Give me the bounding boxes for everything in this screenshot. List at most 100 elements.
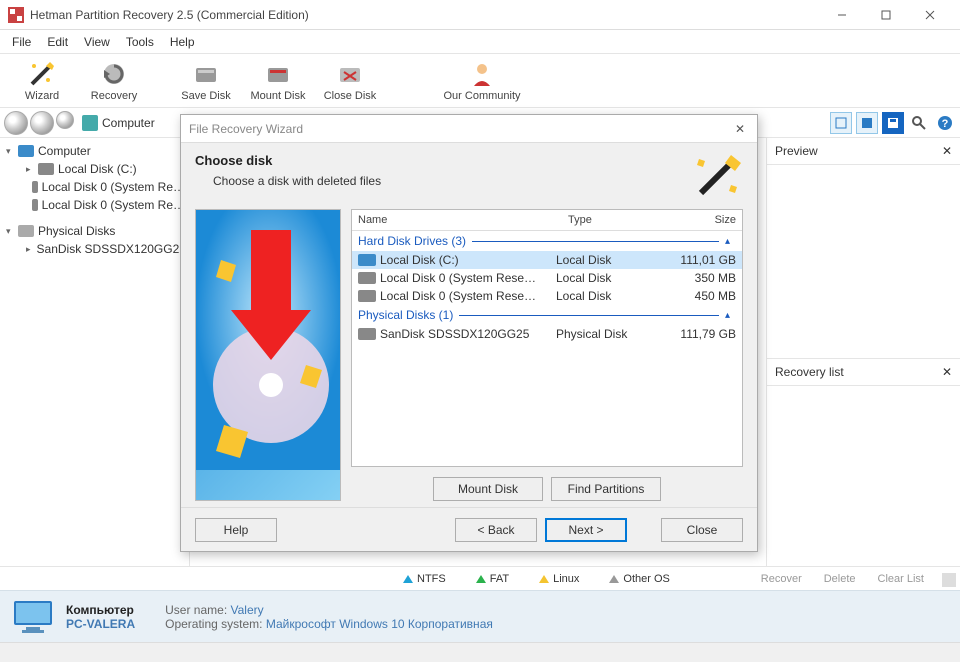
dialog-heading: Choose disk: [195, 153, 695, 168]
status-bar: [0, 642, 960, 662]
disk-icon: [358, 254, 376, 266]
address-text: Computer: [102, 116, 155, 130]
legend-ntfs: NTFS: [403, 573, 446, 585]
dialog-footer: Help < Back Next > Close: [181, 507, 757, 551]
tree-node-computer[interactable]: ▾ Computer: [2, 142, 187, 160]
help-icon-button[interactable]: ?: [934, 112, 956, 134]
mount-disk-button[interactable]: Mount Disk: [433, 477, 543, 501]
chevron-up-icon: ▴: [725, 236, 736, 247]
nav-back-button[interactable]: [4, 111, 28, 135]
tree-label: Local Disk 0 (System Re…: [42, 180, 185, 194]
menu-help[interactable]: Help: [162, 33, 203, 51]
computer-large-icon: [12, 599, 54, 635]
find-partitions-button[interactable]: Find Partitions: [551, 477, 661, 501]
toolbar-close-disk[interactable]: Close Disk: [316, 60, 384, 102]
table-row[interactable]: Local Disk (C:) Local Disk 111,01 GB: [352, 251, 742, 269]
col-name[interactable]: Name: [352, 210, 562, 230]
caret-right-icon: ▸: [26, 244, 31, 255]
view-mode-2-button[interactable]: [856, 112, 878, 134]
minimize-button[interactable]: [820, 0, 864, 30]
tree-node-sandisk[interactable]: ▸ SanDisk SDSSDX120GG2…: [2, 240, 187, 258]
computer-icon: [18, 145, 34, 157]
computer-icon: [82, 115, 98, 131]
tree-node-local-c[interactable]: ▸ Local Disk (C:): [2, 160, 187, 178]
dialog-header: Choose disk Choose a disk with deleted f…: [181, 143, 757, 205]
tree-node-local-0a[interactable]: Local Disk 0 (System Re…: [2, 178, 187, 196]
physical-disk-icon: [18, 225, 34, 237]
wizard-dialog: File Recovery Wizard ✕ Choose disk Choos…: [180, 114, 758, 552]
view-mode-1-button[interactable]: [830, 112, 852, 134]
close-dialog-button[interactable]: Close: [661, 518, 743, 542]
recover-button[interactable]: Recover: [753, 571, 810, 587]
tree-view: ▾ Computer ▸ Local Disk (C:) Local Disk …: [0, 138, 190, 566]
legend-row: NTFS FAT Linux Other OS Recover Delete C…: [0, 566, 960, 590]
menu-tools[interactable]: Tools: [118, 33, 162, 51]
save-button[interactable]: [882, 112, 904, 134]
delete-button[interactable]: Delete: [816, 571, 864, 587]
menubar: File Edit View Tools Help: [0, 30, 960, 54]
wand-icon: [695, 153, 743, 197]
col-size[interactable]: Size: [662, 210, 742, 230]
action-icon[interactable]: [938, 571, 952, 585]
close-preview-button[interactable]: ✕: [942, 144, 952, 158]
table-row[interactable]: Local Disk 0 (System Rese… Local Disk 45…: [352, 287, 742, 305]
group-hdd[interactable]: Hard Disk Drives (3)▴: [352, 231, 742, 251]
dialog-artwork: [195, 209, 341, 501]
save-disk-icon: [192, 60, 220, 88]
nav-forward-button[interactable]: [30, 111, 54, 135]
footer-user-label: User name:: [165, 603, 227, 617]
mount-disk-icon: [264, 60, 292, 88]
caret-down-icon: ▾: [6, 226, 16, 237]
tree-node-physical[interactable]: ▾ Physical Disks: [2, 222, 187, 240]
caret-right-icon: ▸: [26, 164, 36, 175]
tree-label: Physical Disks: [38, 224, 115, 238]
dialog-title: File Recovery Wizard: [189, 122, 303, 136]
menu-file[interactable]: File: [4, 33, 39, 51]
maximize-button[interactable]: [864, 0, 908, 30]
table-row[interactable]: SanDisk SDSSDX120GG25 Physical Disk 111,…: [352, 325, 742, 343]
toolbar-recovery[interactable]: Recovery: [80, 60, 148, 102]
disk-icon: [358, 328, 376, 340]
wand-icon: [28, 60, 56, 88]
footer: Компьютер PC-VALERA User name: Valery Op…: [0, 590, 960, 642]
legend-other: Other OS: [609, 573, 669, 585]
tree-label: Local Disk (C:): [58, 162, 137, 176]
svg-text:?: ?: [942, 118, 949, 130]
legend-linux: Linux: [539, 573, 579, 585]
titlebar: Hetman Partition Recovery 2.5 (Commercia…: [0, 0, 960, 30]
disk-icon: [358, 290, 376, 302]
toolbar-wizard[interactable]: Wizard: [8, 60, 76, 102]
close-button[interactable]: [908, 0, 952, 30]
legend-fat: FAT: [476, 573, 509, 585]
clear-list-button[interactable]: Clear List: [870, 571, 932, 587]
help-button[interactable]: Help: [195, 518, 277, 542]
footer-computer-label: Компьютер: [66, 603, 135, 617]
group-physical[interactable]: Physical Disks (1)▴: [352, 305, 742, 325]
dialog-close-button[interactable]: ✕: [731, 122, 749, 136]
tree-node-local-0b[interactable]: Local Disk 0 (System Re…: [2, 196, 187, 214]
recovery-list-title: Recovery list: [775, 365, 844, 379]
back-button[interactable]: < Back: [455, 518, 537, 542]
right-panes: Preview ✕ Recovery list ✕: [766, 138, 960, 566]
toolbar-community[interactable]: Our Community: [432, 60, 532, 102]
tree-label: SanDisk SDSSDX120GG2…: [37, 242, 190, 256]
table-row[interactable]: Local Disk 0 (System Rese… Local Disk 35…: [352, 269, 742, 287]
menu-view[interactable]: View: [76, 33, 118, 51]
search-button[interactable]: [908, 112, 930, 134]
disk-icon: [32, 181, 38, 193]
chevron-up-icon: ▴: [725, 310, 736, 321]
footer-user-value: Valery: [231, 603, 264, 617]
toolbar-save-disk[interactable]: Save Disk: [172, 60, 240, 102]
disk-icon: [32, 199, 38, 211]
disk-icon: [38, 163, 54, 175]
window-title: Hetman Partition Recovery 2.5 (Commercia…: [30, 8, 820, 22]
caret-down-icon: ▾: [6, 146, 16, 157]
community-icon: [468, 60, 496, 88]
menu-edit[interactable]: Edit: [39, 33, 76, 51]
col-type[interactable]: Type: [562, 210, 662, 230]
toolbar-mount-disk[interactable]: Mount Disk: [244, 60, 312, 102]
next-button[interactable]: Next >: [545, 518, 627, 542]
nav-dropdown-button[interactable]: [56, 111, 74, 129]
close-recovery-list-button[interactable]: ✕: [942, 365, 952, 379]
recovery-list-body: [767, 386, 960, 566]
